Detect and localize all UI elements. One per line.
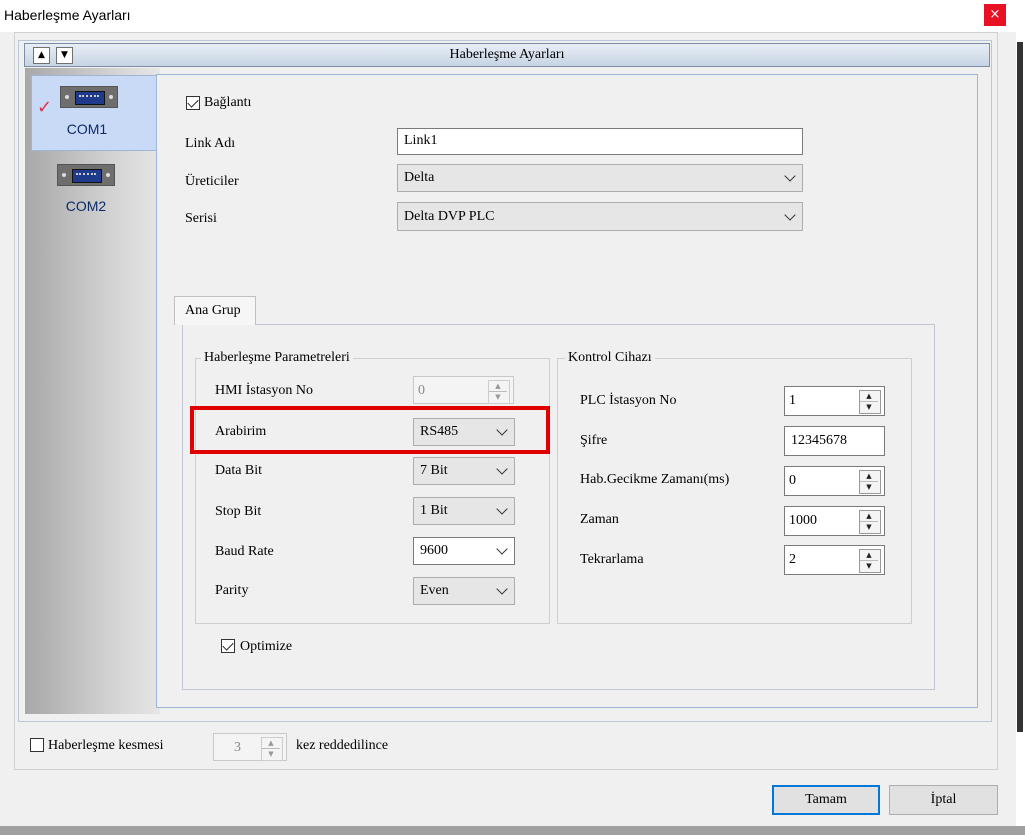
hmi-station-label: HMI İstasyon No — [215, 383, 313, 398]
chevron-down-icon — [496, 503, 508, 515]
disconnect-suffix: kez reddedilince — [296, 738, 389, 753]
hmi-station-spinner[interactable]: 0 ▲ ▼ — [413, 376, 514, 404]
timeout-label: Zaman — [580, 512, 619, 527]
password-input[interactable]: 12345678 — [784, 426, 885, 456]
optimize-label: Optimize — [240, 639, 293, 654]
series-select[interactable]: Delta DVP PLC — [397, 202, 803, 231]
link-name-label: Link Adı — [185, 136, 236, 151]
window-title-bar: Haberleşme Ayarları — [0, 0, 1025, 32]
parity-value: Even — [420, 583, 449, 598]
hmi-station-value: 0 — [418, 383, 425, 398]
password-label: Şifre — [580, 433, 608, 448]
timeout-spinner[interactable]: 1000 ▲ ▼ — [784, 506, 885, 536]
disconnect-count-value: 3 — [234, 740, 241, 755]
baud-rate-value: 9600 — [420, 543, 448, 558]
stop-bit-value: 1 Bit — [420, 503, 448, 518]
retry-label: Tekrarlama — [580, 552, 644, 567]
manufacturer-value: Delta — [404, 170, 435, 185]
series-value: Delta DVP PLC — [404, 209, 495, 224]
disconnect-label: Haberleşme kesmesi — [48, 738, 164, 753]
move-up-button[interactable]: ▲ — [33, 47, 50, 64]
plc-station-spinner[interactable]: 1 ▲ ▼ — [784, 386, 885, 416]
window-title: Haberleşme Ayarları — [4, 7, 131, 23]
baud-rate-label: Baud Rate — [215, 544, 274, 559]
tab-main-group[interactable]: Ana Grup — [174, 296, 256, 325]
baud-rate-select[interactable]: 9600 — [413, 537, 515, 565]
right-scroll-strip — [1016, 32, 1025, 835]
port-label-com2: COM2 — [65, 198, 107, 214]
section-header-title: Haberleşme Ayarları — [449, 47, 565, 62]
chevron-down-icon — [784, 170, 796, 182]
retry-value: 2 — [789, 552, 796, 567]
ok-button[interactable]: Tamam — [772, 785, 880, 815]
data-bit-select[interactable]: 7 Bit — [413, 457, 515, 485]
delay-spinner[interactable]: 0 ▲ ▼ — [784, 466, 885, 496]
comm-params-title: Haberleşme Parametreleri — [201, 350, 353, 366]
connection-label: Bağlantı — [204, 95, 252, 110]
active-check-icon: ✓ — [37, 97, 53, 118]
timeout-value: 1000 — [789, 513, 817, 528]
data-bit-label: Data Bit — [215, 463, 263, 478]
optimize-checkbox[interactable] — [221, 639, 235, 653]
parity-label: Parity — [215, 583, 249, 598]
highlight-box — [190, 406, 550, 454]
scrollbar-thumb[interactable] — [1017, 42, 1023, 732]
connection-checkbox[interactable] — [186, 96, 200, 110]
section-header: Haberleşme Ayarları — [24, 43, 990, 67]
disconnect-checkbox[interactable] — [30, 738, 44, 752]
bottom-edge — [0, 826, 1025, 835]
stop-bit-select[interactable]: 1 Bit — [413, 497, 515, 525]
delay-value: 0 — [789, 473, 796, 488]
stop-bit-label: Stop Bit — [215, 504, 262, 519]
manufacturer-select[interactable]: Delta — [397, 164, 803, 192]
plc-station-label: PLC İstasyon No — [580, 393, 677, 408]
data-bit-value: 7 Bit — [420, 463, 448, 478]
plc-station-value: 1 — [789, 393, 796, 408]
series-label: Serisi — [185, 211, 217, 226]
retry-spinner[interactable]: 2 ▲ ▼ — [784, 545, 885, 575]
link-name-input[interactable]: Link1 — [397, 128, 803, 155]
close-button[interactable]: × — [984, 4, 1006, 26]
serial-port-icon — [60, 86, 118, 108]
serial-port-icon — [57, 164, 115, 186]
move-down-button[interactable]: ▼ — [56, 47, 73, 64]
chevron-down-icon — [496, 463, 508, 475]
chevron-down-icon — [496, 583, 508, 595]
chevron-down-icon — [784, 208, 796, 221]
manufacturer-label: Üreticiler — [185, 174, 239, 189]
chevron-down-icon — [496, 543, 508, 555]
delay-label: Hab.Gecikme Zamanı(ms) — [580, 472, 730, 487]
parity-select[interactable]: Even — [413, 577, 515, 605]
controller-title: Kontrol Cihazı — [565, 350, 655, 366]
port-label-com1: COM1 — [66, 121, 108, 137]
disconnect-count-spinner[interactable]: 3 ▲ ▼ — [213, 733, 287, 761]
cancel-button[interactable]: İptal — [889, 785, 998, 815]
